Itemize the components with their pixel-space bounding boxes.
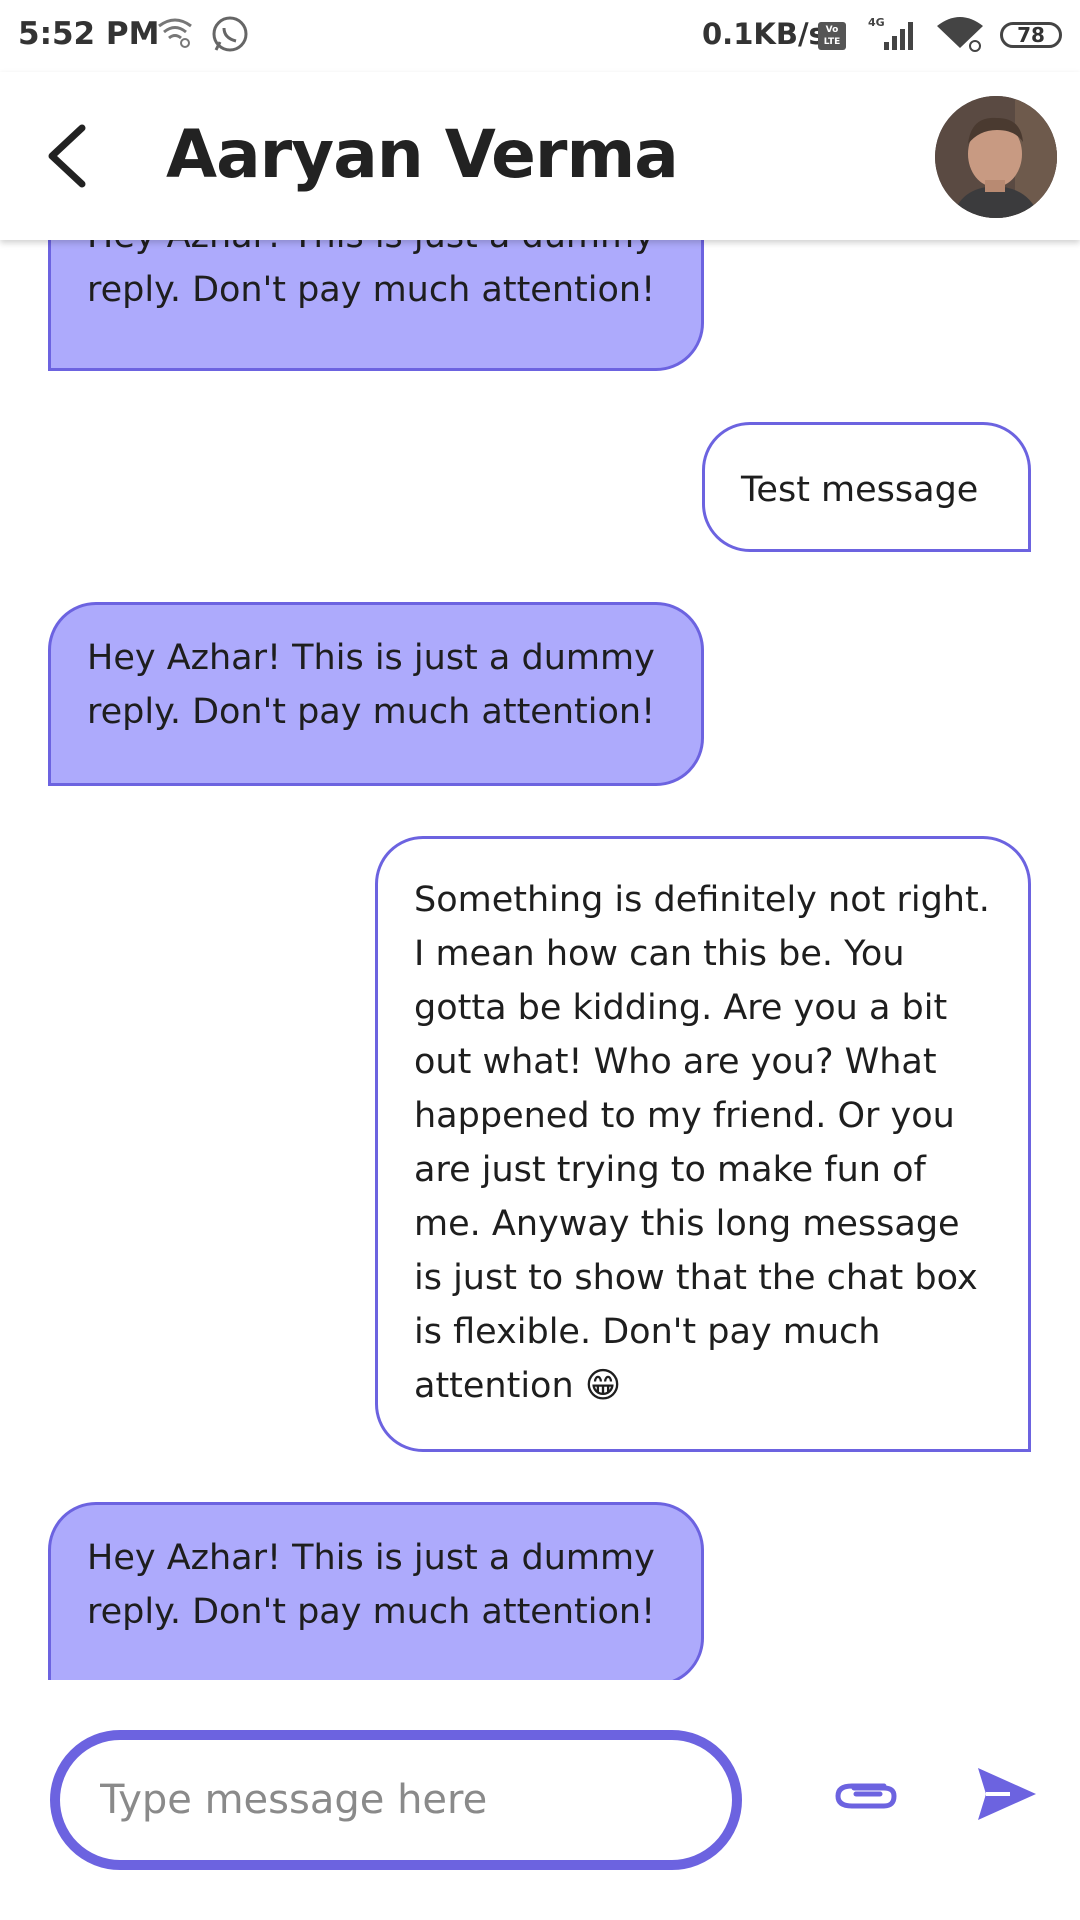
send-icon xyxy=(978,1768,1036,1820)
composer-bar xyxy=(0,1680,1080,1920)
message-text: Hey Azhar! This is just a dummy reply. D… xyxy=(87,240,656,310)
avatar[interactable] xyxy=(935,96,1057,218)
contact-name: Aaryan Verma xyxy=(166,116,679,193)
network-type-label: 4G xyxy=(868,16,885,29)
message-sent[interactable]: Something is definitely not right. I mea… xyxy=(375,836,1031,1452)
chat-list[interactable]: Hey Azhar! This is just a dummy reply. D… xyxy=(0,240,1080,1680)
attach-button[interactable] xyxy=(828,1758,904,1834)
message-sent[interactable]: Test message xyxy=(702,422,1031,552)
wifi-link-icon xyxy=(155,14,195,54)
message-text: Hey Azhar! This is just a dummy reply. D… xyxy=(87,1538,656,1632)
message-text: Test message xyxy=(741,470,979,510)
status-time: 5:52 PM xyxy=(18,16,160,52)
message-text: Hey Azhar! This is just a dummy reply. D… xyxy=(87,638,656,732)
paperclip-icon xyxy=(835,1783,897,1809)
message-received[interactable]: Hey Azhar! This is just a dummy reply. D… xyxy=(48,1502,704,1680)
message-received[interactable]: Hey Azhar! This is just a dummy reply. D… xyxy=(48,240,704,371)
chevron-left-icon xyxy=(48,124,86,188)
battery-icon: 78 xyxy=(1000,22,1062,48)
message-input[interactable] xyxy=(50,1730,742,1870)
whatsapp-icon xyxy=(210,14,250,58)
volte-icon: Vo LTE xyxy=(818,22,846,50)
send-button[interactable] xyxy=(970,1758,1042,1830)
status-bar: 5:52 PM 0.1KB/s Vo LTE 4G 78 xyxy=(0,0,1080,72)
message-received[interactable]: Hey Azhar! This is just a dummy reply. D… xyxy=(48,602,704,786)
back-button[interactable] xyxy=(40,120,100,190)
cell-signal-icon: 4G xyxy=(862,16,918,56)
message-text: Something is definitely not right. I mea… xyxy=(414,880,990,1406)
user-avatar xyxy=(935,96,1057,218)
network-speed: 0.1KB/s xyxy=(702,17,826,51)
wifi-icon xyxy=(935,14,985,58)
app-bar: Aaryan Verma xyxy=(0,72,1080,240)
